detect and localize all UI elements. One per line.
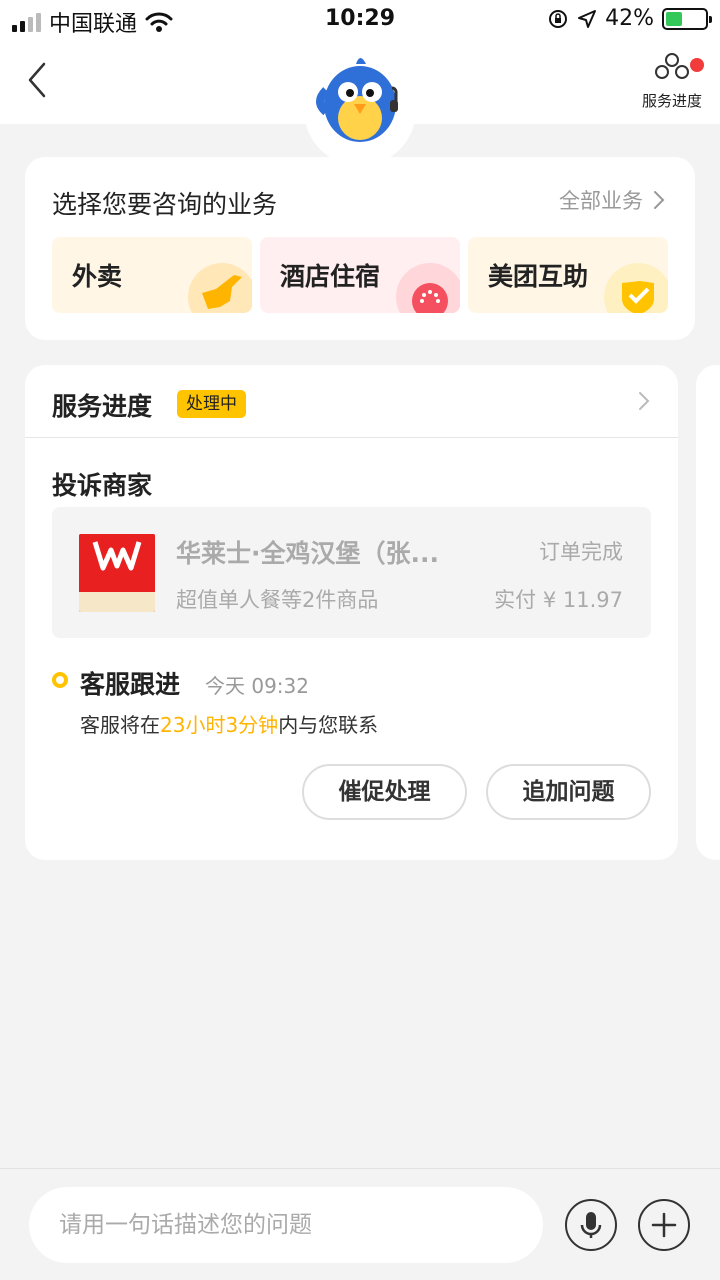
add-question-button[interactable]: 追加问题 (486, 764, 651, 820)
follow-desc-before: 客服将在 (80, 713, 160, 737)
follow-desc-after: 内与您联系 (278, 713, 379, 737)
complaint-title: 投诉商家 (52, 471, 153, 500)
battery-level (666, 11, 682, 26)
notification-dot (690, 58, 704, 72)
all-business-label: 全部业务 (559, 189, 643, 213)
chevron-right-icon (639, 392, 650, 410)
service-progress-button[interactable]: 服务进度 (636, 50, 708, 120)
more-button[interactable] (638, 1199, 690, 1251)
service-progress-card: 服务进度 处理中 投诉商家 华莱士·全鸡汉堡（张... 超值单人餐等2件商品 订… (25, 365, 678, 860)
hotel-icon (396, 263, 460, 313)
business-tile-label: 外卖 (72, 262, 123, 291)
business-tile-waimai[interactable]: 外卖 (52, 237, 252, 313)
question-input[interactable] (29, 1187, 543, 1263)
status-badge: 处理中 (177, 390, 246, 418)
location-icon (578, 9, 597, 28)
business-tile-label: 美团互助 (488, 262, 589, 291)
urge-button[interactable]: 催促处理 (302, 764, 467, 820)
plus-icon (651, 1212, 677, 1238)
business-tile-label: 酒店住宿 (280, 262, 381, 291)
mascot-avatar (304, 50, 416, 166)
follow-title: 客服跟进 (80, 670, 181, 699)
shield-icon (604, 263, 668, 313)
follow-desc-duration: 23小时3分钟 (160, 713, 279, 737)
progress-header[interactable]: 服务进度 处理中 (25, 365, 678, 438)
progress-title: 服务进度 (52, 392, 153, 421)
bird-mascot-icon (316, 58, 398, 142)
chevron-right-icon (654, 191, 665, 209)
order-price: 实付 ¥ 11.97 (494, 588, 623, 612)
business-title: 选择您要咨询的业务 (52, 190, 278, 219)
business-card: 选择您要咨询的业务 全部业务 外卖 酒店住宿 美团互助 (25, 157, 695, 340)
status-right: 42% (547, 6, 712, 31)
status-bar: 中国联通 10:29 42% (0, 0, 720, 40)
shop-name: 华莱士·全鸡汉堡（张... (176, 539, 439, 568)
follow-time: 今天 09:32 (205, 674, 309, 698)
service-progress-label: 服务进度 (641, 92, 702, 110)
bottom-input-bar (0, 1168, 720, 1280)
order-items: 超值单人餐等2件商品 (176, 588, 379, 612)
business-tile-hotel[interactable]: 酒店住宿 (260, 237, 460, 313)
voice-button[interactable] (565, 1199, 617, 1251)
rotation-lock-icon (549, 9, 568, 28)
order-summary[interactable]: 华莱士·全鸡汉堡（张... 超值单人餐等2件商品 订单完成 实付 ¥ 11.97 (52, 507, 651, 638)
order-status: 订单完成 (539, 540, 623, 564)
chevron-left-icon (28, 62, 46, 98)
service-progress-icon (655, 53, 689, 79)
shop-logo-mark (79, 534, 155, 612)
next-card-peek[interactable] (696, 365, 720, 860)
scooter-icon (188, 263, 252, 313)
timeline-dot (52, 672, 68, 688)
microphone-icon (580, 1212, 602, 1238)
battery-icon (662, 7, 712, 30)
back-button[interactable] (20, 58, 60, 102)
follow-description: 客服将在23小时3分钟内与您联系 (80, 709, 378, 738)
shop-logo (79, 534, 155, 612)
business-tile-mutual-aid[interactable]: 美团互助 (468, 237, 668, 313)
battery-percent: 42% (605, 6, 654, 31)
all-business-link[interactable]: 全部业务 (559, 185, 665, 215)
